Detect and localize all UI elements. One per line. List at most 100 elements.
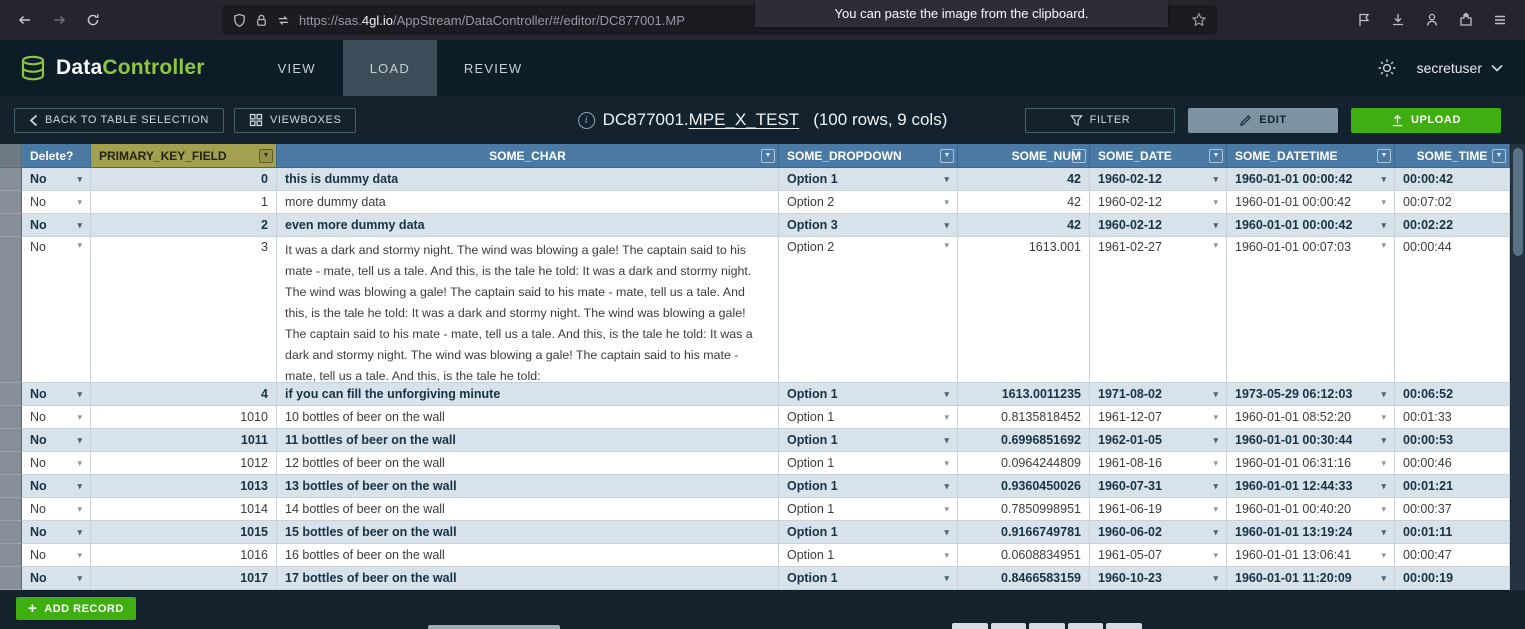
cell-some-char[interactable]: 15 bottles of beer on the wall (277, 521, 779, 544)
cell-some-num[interactable]: 42 (958, 168, 1090, 191)
cell-some-char[interactable]: It was a dark and stormy night. The wind… (277, 237, 779, 383)
cell-some-date[interactable]: 1961-02-27▾ (1090, 237, 1227, 383)
cell-primary-key[interactable]: 1014 (91, 498, 277, 521)
column-header-primary-key-field[interactable]: PRIMARY_KEY_FIELD▼ (91, 144, 277, 168)
cell-some-num[interactable]: 42 (958, 214, 1090, 237)
cell-some-datetime[interactable]: 1960-01-01 00:07:03▾ (1227, 237, 1395, 383)
cell-some-datetime[interactable]: 1960-01-01 13:19:24▾ (1227, 521, 1395, 544)
cell-some-char[interactable]: 14 bottles of beer on the wall (277, 498, 779, 521)
filter-icon[interactable]: ▼ (761, 149, 775, 163)
cell-some-num[interactable]: 0.9166749781 (958, 521, 1090, 544)
cell-some-datetime[interactable]: 1973-05-29 06:12:03▾ (1227, 383, 1395, 406)
cell-some-time[interactable]: 00:06:52 (1395, 383, 1510, 406)
cell-some-date[interactable]: 1960-06-02▾ (1090, 521, 1227, 544)
cell-some-num[interactable]: 1613.0011235 (958, 383, 1090, 406)
theme-toggle-button[interactable] (1377, 58, 1397, 78)
cell-delete[interactable]: No▾ (22, 498, 91, 521)
cell-some-num[interactable]: 0.8135818452 (958, 406, 1090, 429)
cell-delete[interactable]: No▾ (22, 191, 91, 214)
cell-some-date[interactable]: 1960-02-12▾ (1090, 214, 1227, 237)
cell-some-datetime[interactable]: 1960-01-01 00:00:42▾ (1227, 168, 1395, 191)
cell-some-dropdown[interactable]: Option 1▾ (779, 406, 958, 429)
cell-primary-key[interactable]: 3 (91, 237, 277, 383)
cell-some-datetime[interactable]: 1960-01-01 00:00:42▾ (1227, 191, 1395, 214)
cell-some-dropdown[interactable]: Option 1▾ (779, 544, 958, 567)
viewboxes-button[interactable]: VIEWBOXES (234, 108, 356, 133)
cell-delete[interactable]: No▾ (22, 521, 91, 544)
cell-some-date[interactable]: 1961-06-19▾ (1090, 498, 1227, 521)
row-gutter[interactable] (0, 383, 22, 406)
cell-some-datetime[interactable]: 1960-01-01 00:40:20▾ (1227, 498, 1395, 521)
cell-some-char[interactable]: 17 bottles of beer on the wall (277, 567, 779, 590)
cell-some-time[interactable]: 00:07:02 (1395, 191, 1510, 214)
cell-some-time[interactable]: 00:00:44 (1395, 237, 1510, 383)
cell-primary-key[interactable]: 1013 (91, 475, 277, 498)
menu-button[interactable] (1483, 4, 1517, 36)
filter-icon[interactable]: ▼ (1209, 149, 1223, 163)
cell-primary-key[interactable]: 1016 (91, 544, 277, 567)
info-icon[interactable]: i (578, 112, 595, 129)
filter-icon[interactable]: ▼ (1377, 149, 1391, 163)
cell-delete[interactable]: No▾ (22, 237, 91, 383)
column-header-some-dropdown[interactable]: SOME_DROPDOWN▼ (779, 144, 958, 168)
cell-delete[interactable]: No▾ (22, 406, 91, 429)
cell-some-datetime[interactable]: 1960-01-01 12:44:33▾ (1227, 475, 1395, 498)
cell-some-dropdown[interactable]: Option 1▾ (779, 452, 958, 475)
add-record-button[interactable]: + ADD RECORD (16, 597, 136, 620)
permissions-icon[interactable] (276, 13, 291, 28)
cell-some-dropdown[interactable]: Option 1▾ (779, 498, 958, 521)
cell-some-num[interactable]: 0.0608834951 (958, 544, 1090, 567)
filter-button[interactable]: FILTER (1025, 108, 1175, 133)
column-header-delete[interactable]: Delete? (22, 144, 91, 168)
column-header-some-time[interactable]: SOME_TIME▼ (1395, 144, 1510, 168)
shield-icon[interactable] (232, 13, 247, 28)
upload-button[interactable]: UPLOAD (1351, 108, 1501, 133)
cell-some-time[interactable]: 00:00:37 (1395, 498, 1510, 521)
cell-some-char[interactable]: 11 bottles of beer on the wall (277, 429, 779, 452)
cell-some-dropdown[interactable]: Option 2▾ (779, 191, 958, 214)
cell-some-time[interactable]: 00:00:42 (1395, 168, 1510, 191)
app-logo[interactable]: DataController (0, 40, 221, 96)
cell-some-datetime[interactable]: 1960-01-01 00:00:42▾ (1227, 214, 1395, 237)
lock-icon[interactable] (254, 13, 269, 28)
cell-some-date[interactable]: 1962-01-05▾ (1090, 429, 1227, 452)
cell-some-num[interactable]: 0.7850998951 (958, 498, 1090, 521)
cell-some-dropdown[interactable]: Option 1▾ (779, 567, 958, 590)
cell-some-dropdown[interactable]: Option 1▾ (779, 429, 958, 452)
user-menu[interactable]: secretuser (1417, 60, 1503, 76)
cell-some-time[interactable]: 00:01:21 (1395, 475, 1510, 498)
cell-some-dropdown[interactable]: Option 3▾ (779, 214, 958, 237)
downloads-button[interactable] (1381, 4, 1415, 36)
account-button[interactable] (1415, 4, 1449, 36)
cell-some-datetime[interactable]: 1960-01-01 00:30:44▾ (1227, 429, 1395, 452)
row-gutter[interactable] (0, 429, 22, 452)
cell-some-char[interactable]: this is dummy data (277, 168, 779, 191)
scrollbar-thumb[interactable] (1513, 148, 1523, 256)
cell-some-datetime[interactable]: 1960-01-01 11:20:09▾ (1227, 567, 1395, 590)
nav-tab-review[interactable]: REVIEW (437, 40, 549, 96)
row-gutter[interactable] (0, 237, 22, 383)
filter-icon[interactable]: ▼ (259, 149, 273, 163)
row-gutter[interactable] (0, 544, 22, 567)
cell-delete[interactable]: No▾ (22, 383, 91, 406)
edit-button[interactable]: EDIT (1188, 108, 1338, 133)
cell-delete[interactable]: No▾ (22, 544, 91, 567)
cell-some-num[interactable]: 1613.001 (958, 237, 1090, 383)
cell-some-time[interactable]: 00:00:19 (1395, 567, 1510, 590)
row-gutter[interactable] (0, 214, 22, 237)
cell-some-time[interactable]: 00:01:11 (1395, 521, 1510, 544)
cell-some-datetime[interactable]: 1960-01-01 13:06:41▾ (1227, 544, 1395, 567)
back-to-table-selection-button[interactable]: BACK TO TABLE SELECTION (14, 108, 224, 133)
star-icon[interactable] (1191, 12, 1207, 28)
cell-delete[interactable]: No▾ (22, 429, 91, 452)
column-header-some-datetime[interactable]: SOME_DATETIME▼ (1227, 144, 1395, 168)
cell-some-char[interactable]: 12 bottles of beer on the wall (277, 452, 779, 475)
cell-primary-key[interactable]: 1012 (91, 452, 277, 475)
cell-delete[interactable]: No▾ (22, 168, 91, 191)
cell-some-dropdown[interactable]: Option 1▾ (779, 168, 958, 191)
filter-icon[interactable]: ▼ (1492, 149, 1506, 163)
cell-some-num[interactable]: 42 (958, 191, 1090, 214)
table-name-link[interactable]: MPE_X_TEST (689, 110, 800, 129)
column-header-some-date[interactable]: SOME_DATE▼ (1090, 144, 1227, 168)
cell-some-char[interactable]: 16 bottles of beer on the wall (277, 544, 779, 567)
